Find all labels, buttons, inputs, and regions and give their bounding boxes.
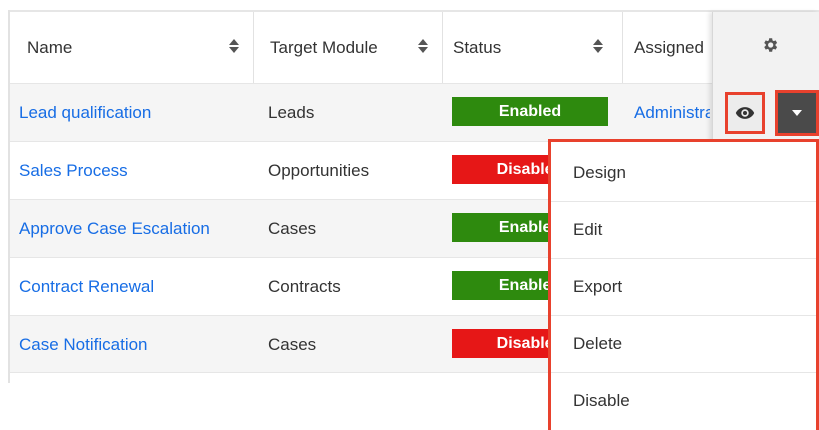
caret-down-icon: [792, 110, 802, 116]
column-header-name-label: Name: [27, 37, 73, 57]
menu-item-export[interactable]: Export: [551, 258, 816, 315]
menu-item-delete[interactable]: Delete: [551, 315, 816, 372]
column-header-target-module-label: Target Module: [270, 37, 378, 57]
process-name-link[interactable]: Approve Case Escalation: [19, 200, 249, 257]
process-name-link[interactable]: Contract Renewal: [19, 258, 249, 315]
column-header-assigned[interactable]: Assigned: [634, 12, 714, 83]
column-header-status[interactable]: Status: [453, 12, 573, 83]
menu-item-edit[interactable]: Edit: [551, 201, 816, 258]
process-name-link[interactable]: Case Notification: [19, 316, 249, 373]
column-header-name[interactable]: Name: [27, 12, 247, 83]
target-module-cell: Leads: [268, 102, 315, 122]
target-module-cell: Cases: [268, 218, 317, 238]
process-name-link[interactable]: Sales Process: [19, 142, 249, 199]
column-divider: [442, 12, 443, 83]
column-header-assigned-label: Assigned: [634, 37, 704, 57]
preview-button[interactable]: [725, 92, 765, 134]
gear-icon[interactable]: [761, 36, 779, 54]
process-name-link[interactable]: Lead qualification: [19, 84, 249, 141]
target-module-cell: Contracts: [268, 276, 341, 296]
eye-icon: [735, 107, 755, 119]
sort-icon[interactable]: [593, 38, 604, 55]
sort-icon[interactable]: [418, 38, 429, 55]
row-actions-menu: Design Edit Export Delete Disable: [548, 139, 819, 430]
column-divider: [253, 12, 254, 83]
column-header-target-module[interactable]: Target Module: [270, 12, 430, 83]
row-actions-dropdown-button[interactable]: [775, 90, 819, 136]
menu-item-disable[interactable]: Disable: [551, 372, 816, 429]
status-badge: Enabled: [452, 97, 608, 126]
table-row: Lead qualification Leads Enabled Adminis…: [10, 83, 819, 141]
assigned-user-link[interactable]: Administrator: [634, 84, 710, 141]
sort-icon[interactable]: [229, 38, 240, 55]
menu-item-design[interactable]: Design: [551, 144, 816, 201]
column-divider: [622, 12, 623, 83]
target-module-cell: Cases: [268, 334, 317, 354]
target-module-cell: Opportunities: [268, 160, 370, 180]
column-header-status-label: Status: [453, 37, 502, 57]
